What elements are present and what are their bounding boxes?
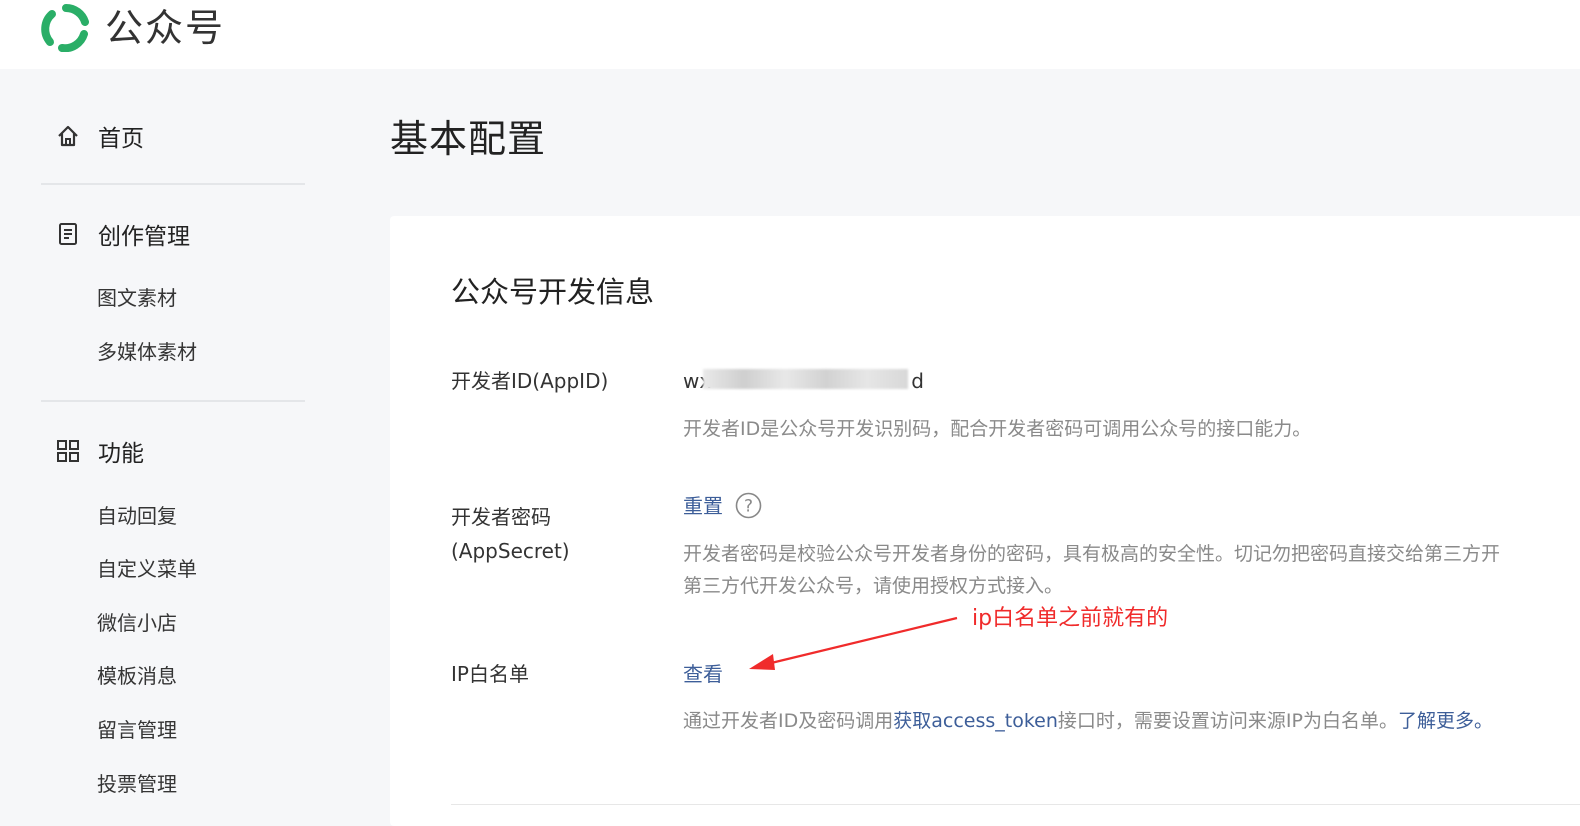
view-ip-whitelist-link[interactable]: 查看 [683, 659, 723, 689]
appid-description: 开发者ID是公众号开发识别码，配合开发者密码可调用公众号的接口能力。 [683, 418, 1312, 440]
appid-label: 开发者ID(AppID) [451, 369, 609, 393]
sidebar-item-home[interactable]: 首页 [55, 120, 144, 152]
sidebar [0, 69, 340, 818]
ip-whitelist-description: 通过开发者ID及密码调用获取access_token接口时，需要设置访问来源IP… [683, 705, 1493, 737]
home-icon [58, 125, 78, 147]
top-bar: 公众号 [0, 0, 1580, 69]
sidebar-item-auto-reply[interactable]: 自动回复 [97, 502, 177, 530]
sidebar-item-label: 创作管理 [98, 224, 190, 250]
appsecret-label: 开发者密码(AppSecret) [451, 505, 570, 563]
sidebar-divider [41, 400, 305, 402]
section-title: 公众号开发信息 [451, 275, 655, 309]
app-name[interactable]: 公众号 [105, 6, 225, 50]
annotation-text: ip白名单之前就有的 [972, 606, 1169, 631]
appsecret-description-line1: 开发者密码是校验公众号开发者身份的密码，具有极高的安全性。切记勿把密码直接交给第… [683, 543, 1501, 565]
sidebar-item-comment-management[interactable]: 留言管理 [97, 716, 177, 744]
grid-icon [57, 440, 79, 462]
appid-redaction [703, 369, 908, 389]
access-token-link[interactable]: 获取access_token [893, 710, 1058, 732]
sidebar-item-wechat-shop[interactable]: 微信小店 [97, 609, 177, 637]
sidebar-item-article-material[interactable]: 图文素材 [97, 284, 177, 312]
appsecret-description-line2: 第三方代开发公众号，请使用授权方式接入。 [683, 575, 1064, 597]
page-title: 基本配置 [390, 117, 547, 161]
ip-whitelist-label: IP白名单 [451, 662, 529, 686]
section-divider [451, 804, 1580, 805]
question-circle-icon[interactable]: ? [735, 492, 762, 519]
sidebar-item-media-material[interactable]: 多媒体素材 [97, 338, 197, 366]
sidebar-item-label: 功能 [98, 441, 144, 467]
sidebar-item-label: 首页 [98, 126, 144, 152]
sidebar-item-template-message[interactable]: 模板消息 [97, 662, 177, 690]
appid-value-suffix: d [911, 369, 924, 393]
sidebar-item-features[interactable]: 功能 [55, 435, 144, 467]
sidebar-item-custom-menu[interactable]: 自定义菜单 [97, 555, 197, 583]
learn-more-link[interactable]: 了解更多。 [1398, 710, 1493, 732]
ip-desc-before: 通过开发者ID及密码调用 [683, 710, 894, 732]
sidebar-divider [41, 183, 305, 185]
ip-desc-middle: 接口时，需要设置访问来源IP为白名单。 [1057, 710, 1398, 732]
sidebar-item-content-management[interactable]: 创作管理 [55, 218, 190, 250]
reset-secret-link[interactable]: 重置 [683, 491, 723, 521]
wechat-official-account-logo-icon[interactable] [40, 4, 92, 52]
svg-text:?: ? [744, 497, 753, 517]
document-icon [59, 223, 77, 245]
annotation-arrow-icon [749, 616, 958, 670]
sidebar-item-vote-management[interactable]: 投票管理 [97, 770, 177, 798]
